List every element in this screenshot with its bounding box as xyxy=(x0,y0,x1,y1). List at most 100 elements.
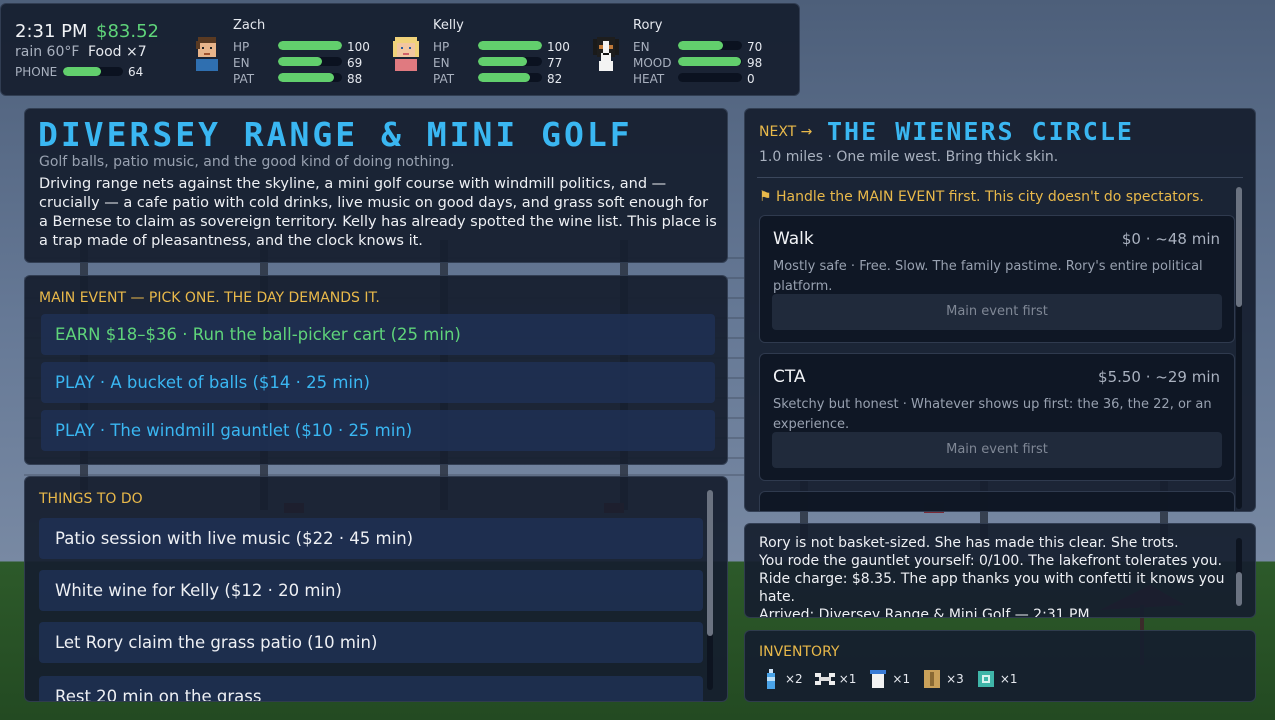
route-description: Mostly safe · Free. Slow. The family pas… xyxy=(773,259,1203,294)
inventory-heading: INVENTORY xyxy=(759,644,840,660)
cta-go-button-disabled[interactable]: Main event first xyxy=(772,432,1222,468)
main-event-panel: MAIN EVENT — PICK ONE. THE DAY DEMANDS I… xyxy=(24,275,728,465)
divider xyxy=(757,177,1243,178)
pill-box-icon xyxy=(976,669,996,689)
activity-button[interactable]: Let Rory claim the grass patio (10 min) xyxy=(39,622,703,663)
stat-bar-fill xyxy=(278,41,342,50)
walk-go-button-disabled[interactable]: Main event first xyxy=(772,294,1222,330)
stat-value: 100 xyxy=(347,40,370,54)
phone-label: PHONE xyxy=(15,65,58,79)
stat-label: EN xyxy=(633,40,650,54)
status-hud: 2:31 PM $83.52 rain 60°F Food ×7 PHONE 6… xyxy=(0,3,800,96)
stat-bar-fill xyxy=(678,57,741,66)
location-title: DIVERSEY RANGE & MINI GOLF xyxy=(38,115,633,154)
stat-label: PAT xyxy=(433,72,455,86)
log-line: Arrived: Diversey Range & Mini Golf — 2:… xyxy=(759,607,1090,618)
phone-battery-fill xyxy=(63,67,102,76)
location-panel: DIVERSEY RANGE & MINI GOLF Golf balls, p… xyxy=(24,108,728,263)
stat-bar xyxy=(478,41,542,50)
stat-bar-fill xyxy=(478,73,531,82)
stat-label: EN xyxy=(233,56,250,70)
stat-bar xyxy=(478,73,542,82)
activity-button[interactable]: Patio session with live music ($22 · 45 … xyxy=(39,518,703,559)
route-cost: $5.50 · ~29 min xyxy=(1098,368,1220,386)
stat-bar xyxy=(678,73,742,82)
routes-scroll-thumb[interactable] xyxy=(1236,187,1242,307)
things-scroll-thumb[interactable] xyxy=(707,490,713,636)
stat-bar xyxy=(278,73,342,82)
event-log-panel: Rory is not basket-sized. She has made t… xyxy=(744,523,1256,618)
stat-value: 98 xyxy=(747,56,763,70)
play-windmill-gauntlet-button[interactable]: PLAY · The windmill gauntlet ($10 · 25 m… xyxy=(41,410,715,451)
clock-time: 2:31 PM xyxy=(15,21,88,42)
inventory-count: ×1 xyxy=(838,672,857,686)
inventory-item[interactable]: ×2 xyxy=(761,669,803,689)
destination-title: THE WIENERS CIRCLE xyxy=(827,117,1134,146)
food-count: Food ×7 xyxy=(88,44,147,60)
stat-value: 100 xyxy=(547,40,570,54)
character-name: Zach xyxy=(233,18,266,33)
things-to-do-panel: THINGS TO DO Patio session with live mus… xyxy=(24,476,728,702)
character-name: Kelly xyxy=(433,18,464,33)
stat-bar xyxy=(278,41,342,50)
dog-bone-icon xyxy=(814,669,835,689)
stat-value: 0 xyxy=(747,72,755,86)
inventory-item[interactable]: ×3 xyxy=(922,669,964,689)
route-option-walk: Walk $0 · ~48 min Mostly safe · Free. Sl… xyxy=(759,215,1235,343)
activity-button[interactable]: White wine for Kelly ($12 · 20 min) xyxy=(39,570,703,611)
things-heading: THINGS TO DO xyxy=(39,491,143,507)
money-balance: $83.52 xyxy=(96,21,159,42)
inventory-item[interactable]: ×1 xyxy=(868,669,910,689)
next-destination-panel: NEXT → THE WIENERS CIRCLE 1.0 miles · On… xyxy=(744,108,1256,512)
stat-label: HEAT xyxy=(633,72,665,86)
log-scroll-thumb[interactable] xyxy=(1236,572,1242,606)
girl-avatar-icon xyxy=(393,37,419,71)
dog-avatar-icon xyxy=(593,37,619,71)
stat-label: HP xyxy=(233,40,250,54)
location-subtitle: Golf balls, patio music, and the good ki… xyxy=(39,154,455,170)
stat-bar-fill xyxy=(478,41,542,50)
main-event-warning: ⚑ Handle the MAIN EVENT first. This city… xyxy=(759,189,1204,205)
route-cost: $0 · ~48 min xyxy=(1121,230,1220,248)
stat-value: 70 xyxy=(747,40,763,54)
stat-value: 77 xyxy=(547,56,563,70)
stat-label: MOOD xyxy=(633,56,672,70)
stat-value: 69 xyxy=(347,56,363,70)
stat-bar xyxy=(678,57,742,66)
route-option-cta: CTA $5.50 · ~29 min Sketchy but honest ·… xyxy=(759,353,1235,481)
things-scrollbar[interactable] xyxy=(707,490,713,690)
destination-distance: 1.0 miles · One mile west. Bring thick s… xyxy=(759,149,1059,165)
log-line: You rode the gauntlet yourself: 0/100. T… xyxy=(759,553,1223,569)
stat-bar xyxy=(678,41,742,50)
activity-button[interactable]: Rest 20 min on the grass xyxy=(39,676,703,701)
routes-scrollbar[interactable] xyxy=(1236,187,1242,509)
stat-bar-fill xyxy=(478,57,528,66)
stat-value: 88 xyxy=(347,72,363,86)
stat-bar xyxy=(478,57,542,66)
inventory-panel: INVENTORY ×2 ×1 ×1 ×3 ×1 xyxy=(744,630,1256,702)
stat-bar-fill xyxy=(278,73,335,82)
stat-bar-fill xyxy=(678,41,723,50)
snack-bag-icon xyxy=(922,669,942,689)
main-event-heading: MAIN EVENT — PICK ONE. THE DAY DEMANDS I… xyxy=(39,290,380,306)
log-line: Rory is not basket-sized. She has made t… xyxy=(759,535,1179,551)
inventory-item[interactable]: ×1 xyxy=(976,669,1018,689)
boy-avatar-icon xyxy=(196,37,218,71)
stat-value: 82 xyxy=(547,72,563,86)
inventory-count: ×3 xyxy=(946,672,964,686)
weather-readout: rain 60°F xyxy=(15,44,80,60)
route-option-partial xyxy=(759,491,1235,511)
coffee-cup-icon xyxy=(868,669,888,689)
stat-label: EN xyxy=(433,56,450,70)
inventory-item[interactable]: ×1 xyxy=(814,669,857,689)
play-bucket-of-balls-button[interactable]: PLAY · A bucket of balls ($14 · 25 min) xyxy=(41,362,715,403)
route-name: Walk xyxy=(773,229,814,249)
log-scrollbar[interactable] xyxy=(1236,538,1242,606)
route-name: CTA xyxy=(773,367,806,387)
stat-label: HP xyxy=(433,40,450,54)
earn-ball-picker-button[interactable]: EARN $18–$36 · Run the ball-picker cart … xyxy=(41,314,715,355)
stat-label: PAT xyxy=(233,72,255,86)
water-bottle-icon xyxy=(761,669,781,689)
location-description: Driving range nets against the skyline, … xyxy=(39,176,717,249)
stat-bar xyxy=(278,57,342,66)
